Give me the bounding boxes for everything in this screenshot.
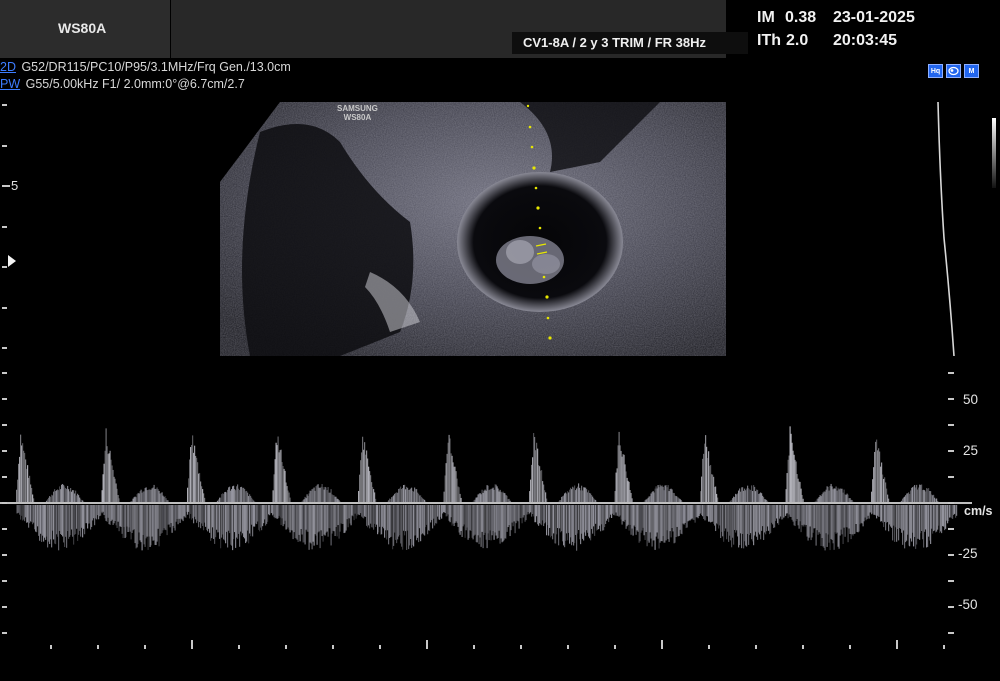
thermal-index-label: ITh (757, 32, 781, 49)
velocity-label-25: 25 (963, 443, 979, 458)
velocity-tick-left (2, 580, 7, 582)
velocity-label-50: 50 (963, 392, 979, 407)
depth-tick (2, 144, 7, 147)
velocity-tick-left (2, 424, 7, 426)
time-tick (50, 645, 52, 649)
mechanical-index-value: 0.38 (785, 9, 817, 26)
velocity-label-minus-50: -50 (958, 597, 978, 612)
time-tick (943, 645, 945, 649)
exam-date: 23-01-2025 (833, 9, 915, 26)
bmode-parameters: 2D G52/DR115/PC10/P95/3.1MHz/Frq Gen./13… (0, 60, 291, 74)
pw-params-text: G55/5.00kHz F1/ 2.0mm:0°@6.7cm/2.7 (22, 77, 245, 91)
velocity-tick-right (948, 450, 954, 452)
velocity-tick-left (2, 554, 7, 556)
hq-icon[interactable]: Hq (928, 64, 943, 78)
thermal-index-value: 2.0 (786, 32, 809, 49)
velocity-tick-left (2, 476, 7, 478)
time-tick (520, 645, 522, 649)
depth-tick (2, 347, 7, 349)
velocity-tick-left (2, 450, 7, 452)
time-tick (238, 645, 240, 649)
time-tick (661, 640, 663, 649)
time-tick (755, 645, 757, 649)
depth-tick (2, 185, 10, 187)
doppler-cycle (785, 426, 872, 551)
time-tick (379, 645, 381, 649)
velocity-tick-right (948, 528, 954, 530)
time-tick (896, 640, 898, 649)
depth-tick (2, 225, 7, 228)
doppler-cycle (101, 428, 188, 551)
bmode-tag[interactable]: 2D (0, 60, 16, 74)
doppler-cycle (700, 435, 787, 549)
pw-parameters: PW G55/5.00kHz F1/ 2.0mm:0°@6.7cm/2.7 (0, 77, 245, 91)
doppler-cycle (443, 434, 530, 549)
time-tick (332, 645, 334, 649)
velocity-tick-right (948, 476, 954, 478)
time-tick (473, 645, 475, 649)
focus-marker-icon[interactable] (8, 255, 16, 267)
system-name: WS80A (58, 20, 107, 36)
time-tick (614, 645, 616, 649)
depth-tick (2, 266, 7, 268)
time-tick (285, 645, 287, 649)
time-tick (144, 645, 146, 649)
exam-time: 20:03:45 (833, 32, 898, 49)
grayscale-bar (992, 118, 996, 188)
time-tick (567, 645, 569, 649)
velocity-tick-right (948, 606, 954, 608)
velocity-tick-right (948, 398, 954, 400)
doppler-cycle (187, 435, 274, 551)
pw-tag[interactable]: PW (0, 77, 20, 91)
bmode-image[interactable] (220, 102, 726, 356)
velocity-tick-left (2, 502, 7, 504)
doppler-spectrum[interactable] (0, 360, 1000, 660)
doppler-cycle (16, 434, 103, 551)
time-tick (191, 640, 193, 649)
time-tick (802, 645, 804, 649)
fetus-glyph-icon (948, 66, 959, 76)
time-tick (426, 640, 428, 649)
doppler-cycle (358, 436, 445, 550)
velocity-tick-left (2, 606, 7, 608)
doppler-cycle (272, 436, 359, 550)
depth-tick (2, 104, 7, 106)
image-logo-model: WS80A (343, 113, 372, 122)
time-tick (97, 645, 99, 649)
doppler-cycle (614, 431, 701, 550)
velocity-unit: cm/s (964, 504, 993, 518)
velocity-tick-right (948, 554, 954, 556)
depth-tick (2, 306, 7, 309)
time-tick (708, 645, 710, 649)
depth-label: 5 (11, 178, 19, 193)
velocity-tick-right (948, 424, 954, 426)
velocity-tick-right (948, 372, 954, 374)
doppler-cycle (529, 432, 616, 551)
doppler-baseline[interactable] (0, 502, 972, 504)
velocity-tick-left (2, 372, 7, 374)
velocity-tick-left (2, 632, 7, 634)
velocity-label-minus-25: -25 (958, 546, 978, 561)
image-logo: SAMSUNG WS80A (337, 104, 378, 122)
bmode-params-text: G52/DR115/PC10/P95/3.1MHz/Frq Gen./13.0c… (17, 60, 291, 74)
velocity-tick-right (948, 632, 954, 634)
image-logo-brand: SAMSUNG (337, 104, 378, 113)
mechanical-index-label: IM (757, 9, 775, 26)
probe-preset: CV1-8A / 2 y 3 TRIM / FR 38Hz (523, 35, 707, 50)
velocity-tick-right (948, 502, 954, 504)
tgc-curve (937, 101, 955, 357)
velocity-tick-left (2, 528, 7, 530)
fetus-icon[interactable] (946, 64, 961, 78)
time-tick (849, 645, 851, 649)
doppler-cycle (871, 439, 958, 549)
m-icon[interactable]: M (964, 64, 979, 78)
velocity-tick-left (2, 398, 7, 400)
velocity-tick-right (948, 580, 954, 582)
